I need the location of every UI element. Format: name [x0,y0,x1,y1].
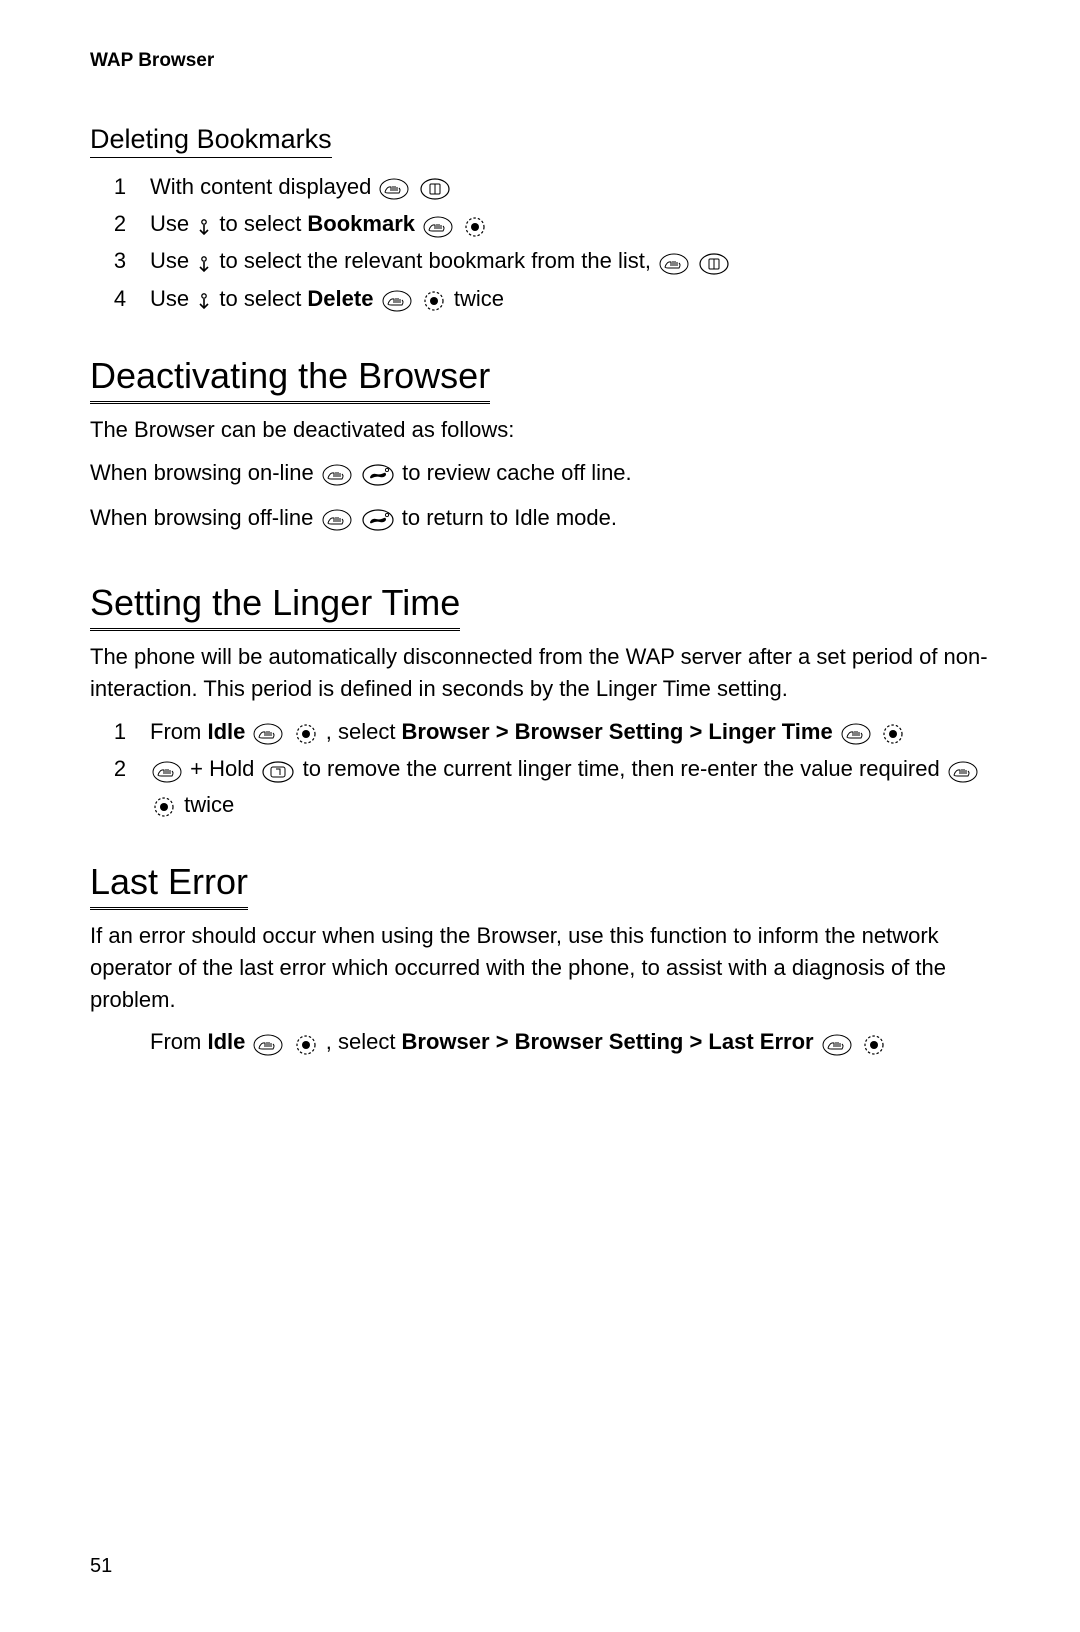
step-list: 1 With content displayed 2 Use to select… [90,170,990,317]
section-deactivating-browser: Deactivating the Browser The Browser can… [90,319,990,536]
step-number: 2 [90,752,150,786]
hand-icon [253,716,283,750]
nav-icon [197,208,211,242]
step-row: 1 From Idle , select Browser > Browser S… [90,715,990,750]
nav-icon [197,246,211,280]
step-number: 3 [90,244,150,278]
end-call-icon [362,502,394,536]
softkey-icon [420,171,450,205]
paragraph: The Browser can be deactivated as follow… [90,414,990,446]
section-last-error: Last Error If an error should occur when… [90,825,990,1061]
hand-icon [841,716,871,750]
section-deleting-bookmarks: Deleting Bookmarks 1 With content displa… [90,124,990,317]
step-number: 4 [90,282,150,316]
step-body: With content displayed [150,170,990,205]
target-icon [862,1027,886,1061]
hand-icon [253,1027,283,1061]
nav-icon [197,283,211,317]
step-list: 1 From Idle , select Browser > Browser S… [90,715,990,823]
section-heading: Last Error [90,861,248,910]
softkey-icon [699,246,729,280]
step-body: From Idle , select Browser > Browser Set… [150,715,990,750]
paragraph: When browsing off-line to return to Idle… [90,501,990,536]
target-icon [152,789,176,823]
step-body: From Idle , select Browser > Browser Set… [150,1025,990,1060]
section-heading: Setting the Linger Time [90,582,460,631]
step-number: 1 [90,170,150,204]
hand-icon [382,283,412,317]
step-row: From Idle , select Browser > Browser Set… [90,1025,990,1060]
target-icon [294,716,318,750]
hand-icon [822,1027,852,1061]
paragraph: The phone will be automatically disconne… [90,641,990,705]
step-row: 3 Use to select the relevant bookmark fr… [90,244,990,279]
end-call-icon [362,457,394,491]
step-number: 1 [90,715,150,749]
step-row: 2 + Hold to remove the current linger ti… [90,752,990,822]
step-row: 4 Use to select Delete twice [90,282,990,317]
hand-icon [423,208,453,242]
section-heading: Deactivating the Browser [90,355,490,404]
manual-page: WAP Browser Deleting Bookmarks 1 With co… [0,0,1080,1103]
hand-icon [322,502,352,536]
hand-icon [152,753,182,787]
sub-heading: Deleting Bookmarks [90,124,332,158]
step-row: 1 With content displayed [90,170,990,205]
running-header: WAP Browser [90,50,990,72]
step-number: 2 [90,207,150,241]
step-body: Use to select Delete twice [150,282,990,317]
step-body: Use to select the relevant bookmark from… [150,244,990,279]
clear-icon [262,753,294,787]
target-icon [422,283,446,317]
paragraph: When browsing on-line to review cache of… [90,456,990,491]
step-row: 2 Use to select Bookmark [90,207,990,242]
hand-icon [322,457,352,491]
step-body: + Hold to remove the current linger time… [150,752,990,822]
target-icon [881,716,905,750]
target-icon [463,208,487,242]
hand-icon [659,246,689,280]
step-body: Use to select Bookmark [150,207,990,242]
hand-icon [379,171,409,205]
paragraph: If an error should occur when using the … [90,920,990,1016]
target-icon [294,1027,318,1061]
page-number: 51 [90,1555,112,1578]
section-linger-time: Setting the Linger Time The phone will b… [90,546,990,822]
hand-icon [948,753,978,787]
